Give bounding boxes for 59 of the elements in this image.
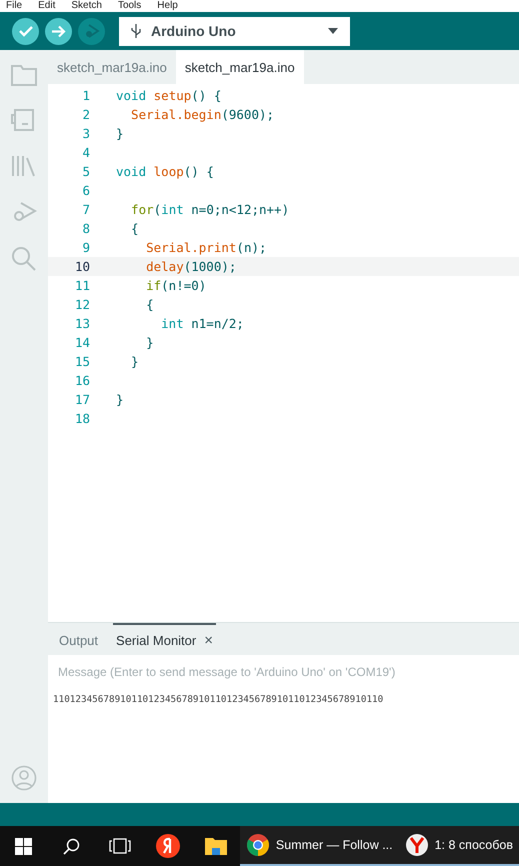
serial-output: 11012345678910110123456789101101234567891011012345678910110 — [52, 693, 384, 707]
code-line: int n1=n/2; — [160, 316, 244, 331]
file-tab[interactable]: sketch_mar19a.ino — [48, 50, 176, 84]
line-number: 3 — [81, 126, 91, 141]
line-number: 2 — [81, 107, 91, 122]
folder-icon — [204, 836, 228, 856]
caret-icon — [328, 28, 338, 34]
check-icon — [18, 26, 32, 36]
close-icon[interactable]: × — [204, 632, 213, 648]
menu-item[interactable]: Edit — [38, 0, 56, 12]
upload-button[interactable] — [45, 18, 72, 44]
menu-item[interactable]: Sketch — [71, 0, 102, 12]
code-line: } — [116, 392, 124, 407]
line-number: 18 — [74, 411, 91, 426]
code-line: void loop() { — [116, 164, 214, 179]
code-line: delay(1000); — [145, 259, 236, 274]
yandex-icon — [154, 833, 181, 859]
line-number: 7 — [81, 202, 91, 217]
taskbar-app[interactable]: 1: 8 способов — [398, 826, 519, 866]
windows-icon — [15, 838, 32, 854]
line-number: 5 — [81, 164, 91, 179]
line-number: 8 — [81, 221, 91, 236]
search-icon — [63, 838, 80, 854]
panel-tab[interactable]: Output — [56, 623, 102, 655]
line-number: 9 — [81, 240, 91, 255]
menu-item[interactable]: File — [6, 0, 22, 12]
code-line: if(n!=0) — [145, 278, 206, 293]
menu-item[interactable]: Tools — [118, 0, 142, 12]
board-selector[interactable]: Arduino Uno — [119, 16, 350, 46]
code-line: Serial.begin(9600); — [130, 107, 274, 122]
line-number: 1 — [81, 88, 91, 103]
line-number: 13 — [74, 316, 91, 331]
line-number: 14 — [74, 335, 91, 350]
code-line: Serial.print(n); — [145, 240, 267, 255]
taskbar-app[interactable]: Summer — Follow ... — [240, 826, 399, 866]
browser-icon — [246, 833, 270, 857]
code-line: } — [130, 354, 139, 369]
code-line: { — [130, 221, 139, 236]
line-number: 15 — [74, 354, 91, 369]
arrow-right-icon — [51, 24, 66, 38]
debug-icon — [84, 23, 100, 39]
file-tab[interactable]: sketch_mar19a.ino — [176, 50, 304, 84]
line-number: 11 — [74, 278, 91, 293]
line-number: 12 — [74, 297, 91, 312]
verify-button[interactable] — [12, 18, 39, 44]
browser-icon — [404, 833, 429, 857]
line-number: 6 — [81, 183, 91, 198]
code-line: { — [145, 297, 154, 312]
task-view-icon — [108, 838, 131, 854]
line-number: 4 — [81, 145, 91, 160]
code-line: void setup() { — [116, 88, 222, 103]
line-number: 17 — [74, 392, 91, 407]
line-number: 10 — [74, 259, 91, 274]
usb-icon — [131, 23, 141, 39]
code-line: } — [116, 126, 124, 141]
code-line: } — [145, 335, 154, 350]
menu-item[interactable]: Help — [157, 0, 178, 12]
line-number: 16 — [74, 373, 91, 388]
code-line: for(int n=0;n<12;n++) — [130, 202, 290, 217]
